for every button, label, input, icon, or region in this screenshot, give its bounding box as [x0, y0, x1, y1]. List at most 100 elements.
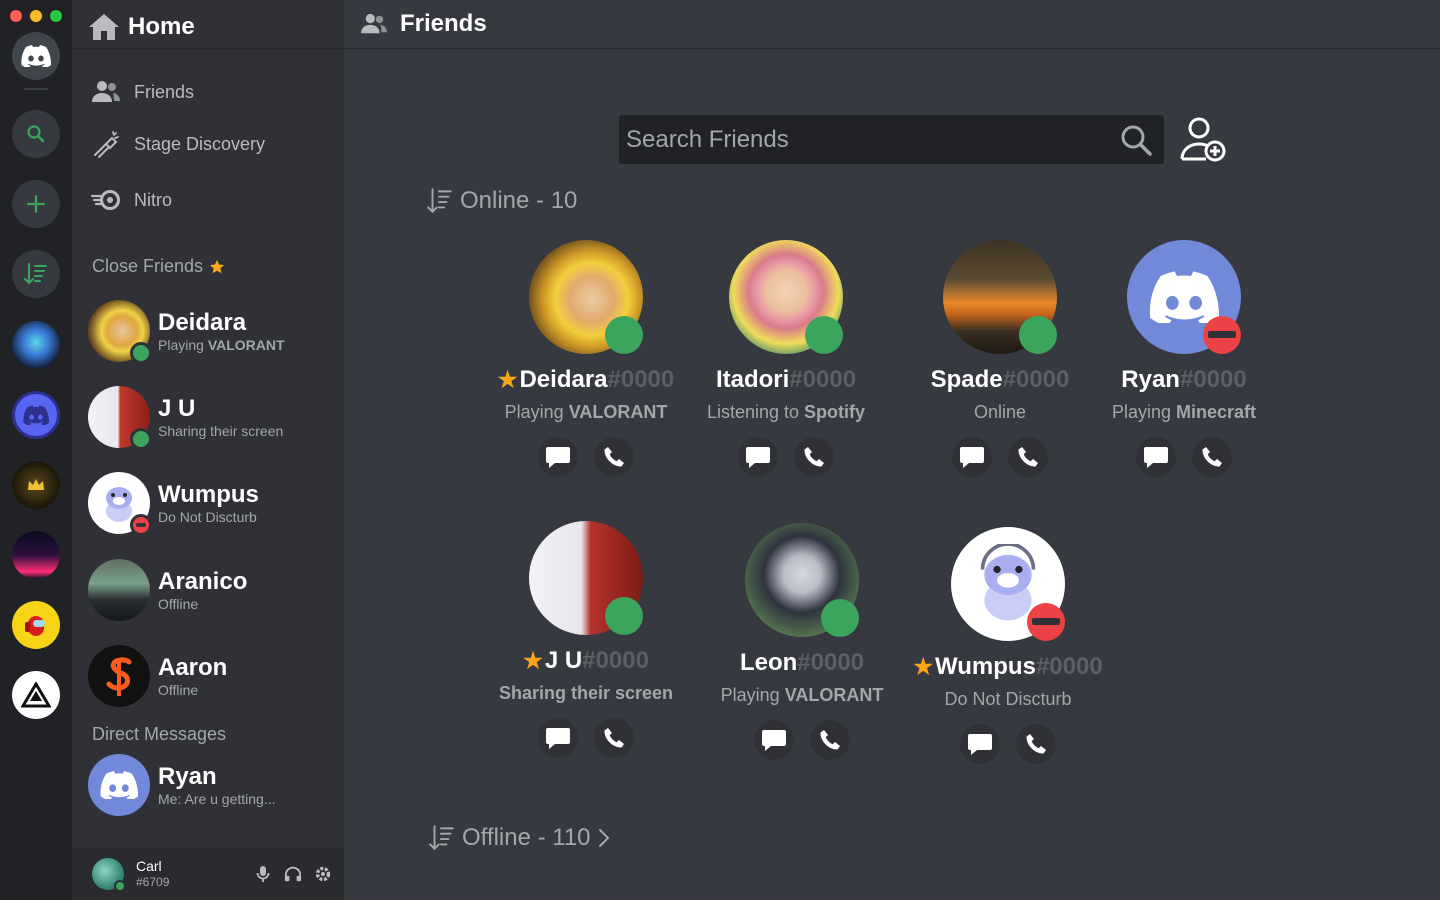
close-friend-wumpus[interactable]: Wumpus Do Not Discturb	[88, 470, 328, 536]
friend-display-name: ★ Deidara #0000	[497, 366, 675, 393]
status-dnd-icon	[1027, 603, 1065, 641]
nav-item-nitro[interactable]: Nitro	[90, 184, 172, 216]
friend-activity: Do Not Discturb	[944, 689, 1072, 709]
headphones-icon[interactable]	[284, 865, 302, 883]
sidebar-divider	[72, 48, 344, 49]
server-icon-3[interactable]	[12, 461, 60, 509]
avatar	[943, 240, 1057, 354]
dm-name: Ryan	[158, 762, 217, 790]
message-button[interactable]	[952, 437, 992, 477]
server-icon-2[interactable]	[12, 391, 60, 439]
microphone-icon[interactable]	[254, 865, 272, 883]
call-button[interactable]	[810, 720, 850, 760]
add-server-button[interactable]	[12, 180, 60, 228]
minimize-window-button[interactable]	[30, 10, 42, 22]
close-friend-deidara[interactable]: Deidara Playing VALORANT	[88, 298, 328, 364]
message-button[interactable]	[538, 718, 578, 758]
friend-card-ryan[interactable]: Ryan #0000 Playing Minecraft	[1084, 240, 1284, 477]
message-button[interactable]	[538, 437, 578, 477]
add-user-icon	[1180, 117, 1226, 162]
friend-display-name: Ryan #0000	[1121, 366, 1247, 393]
nav-item-label: Stage Discovery	[134, 133, 266, 154]
chat-bubble-icon	[546, 728, 570, 749]
phone-icon	[820, 730, 840, 750]
close-friend-aaron[interactable]: Aaron Offline	[88, 643, 328, 709]
friend-activity: Playing VALORANT	[720, 685, 884, 705]
home-title: Home	[128, 13, 195, 40]
friends-icon	[361, 13, 387, 34]
avatar	[529, 240, 643, 354]
server-icon-4[interactable]	[12, 531, 60, 579]
status-online-icon	[130, 342, 152, 364]
chat-bubble-icon	[1144, 447, 1168, 468]
avatar	[88, 645, 150, 707]
friend-name: Wumpus	[158, 480, 259, 508]
status-online-icon	[114, 880, 126, 892]
offline-count-label: Offline - 110	[462, 824, 591, 851]
friend-tag: #0000	[582, 647, 649, 674]
offline-group-header[interactable]: Offline - 110	[428, 823, 611, 853]
friend-card-itadori[interactable]: Itadori #0000 Listening to Spotify	[686, 240, 886, 477]
server-icon-6[interactable]	[12, 671, 60, 719]
friend-card-spade[interactable]: Spade #0000 Online	[900, 240, 1100, 477]
phone-icon	[604, 447, 624, 467]
call-button[interactable]	[594, 437, 634, 477]
close-window-button[interactable]	[10, 10, 22, 22]
call-button[interactable]	[1192, 437, 1232, 477]
sort-icon	[427, 188, 452, 214]
close-friend-ju[interactable]: J U Sharing their screen	[88, 384, 328, 450]
friend-name: J U	[158, 394, 196, 422]
search-icon	[27, 125, 45, 143]
message-button[interactable]	[1136, 437, 1176, 477]
call-button[interactable]	[1008, 437, 1048, 477]
explore-button[interactable]	[12, 110, 60, 158]
nav-item-friends[interactable]: Friends	[90, 76, 194, 108]
user-tag: #6709	[136, 875, 170, 890]
friend-status: Offline	[158, 595, 199, 612]
avatar	[88, 472, 152, 536]
friend-card-deidara[interactable]: ★ Deidara #0000 Playing VALORANT	[486, 240, 686, 477]
friend-status: Offline	[158, 681, 199, 698]
dm-ryan[interactable]: Ryan Me: Are u getting...	[88, 752, 328, 818]
add-friend-button[interactable]	[1176, 114, 1230, 164]
chat-bubble-icon	[746, 447, 770, 468]
friend-name: Aaron	[158, 653, 228, 681]
server-icon-1[interactable]	[12, 321, 60, 369]
friend-status: Sharing their screen	[158, 422, 284, 439]
discord-logo-icon	[21, 45, 51, 67]
avatar	[745, 523, 859, 637]
status-dnd-icon	[1203, 316, 1241, 354]
zoom-window-button[interactable]	[50, 10, 62, 22]
friend-card-wumpus[interactable]: ★ Wumpus #0000 Do Not Discturb	[908, 527, 1108, 764]
sort-servers-button[interactable]	[12, 250, 60, 298]
message-button[interactable]	[738, 437, 778, 477]
friend-tag: #0000	[1002, 366, 1070, 393]
call-button[interactable]	[594, 718, 634, 758]
chevron-right-icon	[598, 829, 609, 847]
friend-card-ju[interactable]: ★ J U #0000 Sharing their screen	[486, 521, 686, 758]
friend-tag: #0000	[1179, 366, 1247, 393]
search-input[interactable]	[626, 125, 1118, 154]
call-button[interactable]	[794, 437, 834, 477]
close-friend-aranico[interactable]: Aranico Offline	[88, 557, 328, 623]
home-button[interactable]	[12, 32, 60, 80]
message-button[interactable]	[754, 720, 794, 760]
friend-activity: Listening to Spotify	[706, 402, 866, 422]
chat-bubble-icon	[960, 447, 984, 468]
phone-icon	[804, 447, 824, 467]
server-icon-5[interactable]	[12, 601, 60, 649]
nav-item-stage-discovery[interactable]: Stage Discovery	[90, 128, 265, 160]
triangle-logo-icon	[21, 682, 51, 708]
nav-item-label: Friends	[134, 81, 195, 102]
home-header: Home	[88, 6, 195, 48]
avatar	[88, 754, 150, 816]
search-icon[interactable]	[1118, 122, 1154, 158]
window-controls	[10, 10, 62, 22]
message-button[interactable]	[960, 724, 1000, 764]
call-button[interactable]	[1016, 724, 1056, 764]
settings-gear-icon[interactable]	[314, 865, 332, 883]
online-group-header[interactable]: Online - 10	[426, 186, 577, 216]
friend-status: Do Not Discturb	[158, 508, 257, 525]
user-avatar[interactable]	[92, 858, 126, 892]
friend-card-leon[interactable]: Leon #0000 Playing VALORANT	[702, 523, 902, 760]
